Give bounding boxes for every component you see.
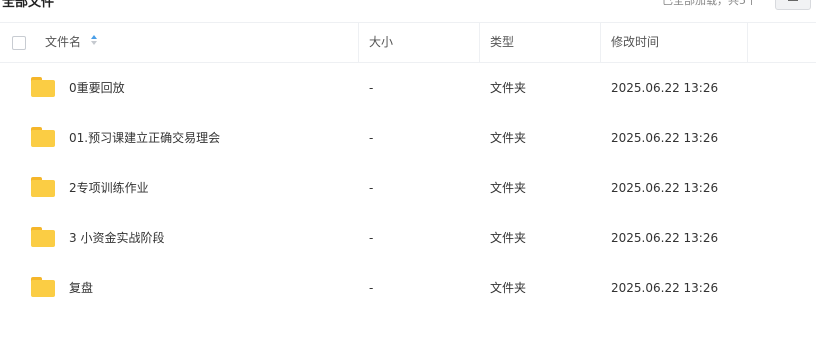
column-header-type[interactable]: 类型 — [490, 23, 514, 62]
menu-icon — [788, 0, 798, 1]
file-size: - — [369, 181, 374, 195]
column-divider[interactable] — [479, 23, 480, 62]
file-type: 文件夹 — [490, 181, 527, 195]
file-type: 文件夹 — [490, 231, 527, 245]
folder-icon — [31, 77, 55, 97]
folder-icon — [31, 127, 55, 147]
column-divider[interactable] — [747, 23, 748, 62]
view-menu-button[interactable] — [775, 0, 811, 10]
file-row[interactable]: 复盘 - 文件夹 2025.06.22 13:26 — [0, 263, 816, 313]
column-header-name[interactable]: 文件名 — [45, 23, 81, 62]
folder-icon — [31, 227, 55, 247]
file-row[interactable]: 3 小资金实战阶段 - 文件夹 2025.06.22 13:26 — [0, 213, 816, 263]
file-modified: 2025.06.22 13:26 — [611, 131, 719, 145]
folder-icon — [31, 177, 55, 197]
file-name[interactable]: 复盘 — [69, 263, 93, 313]
file-name[interactable]: 01.预习课建立正确交易理会 — [69, 113, 220, 163]
file-size: - — [369, 81, 374, 95]
table-header: 文件名 大小 类型 修改时间 — [0, 22, 816, 63]
file-modified: 2025.06.22 13:26 — [611, 281, 719, 295]
column-header-size[interactable]: 大小 — [369, 23, 393, 62]
file-row[interactable]: 01.预习课建立正确交易理会 - 文件夹 2025.06.22 13:26 — [0, 113, 816, 163]
file-row[interactable]: 0重要回放 - 文件夹 2025.06.22 13:26 — [0, 63, 816, 113]
file-type: 文件夹 — [490, 131, 527, 145]
top-bar: 全部文件 已全部加载，共5个 — [0, 0, 816, 22]
column-divider[interactable] — [358, 23, 359, 62]
select-all-checkbox[interactable] — [12, 36, 26, 50]
file-modified: 2025.06.22 13:26 — [611, 181, 719, 195]
file-name[interactable]: 2专项训练作业 — [69, 163, 149, 213]
folder-icon — [31, 277, 55, 297]
file-type: 文件夹 — [490, 281, 527, 295]
file-row[interactable]: 2专项训练作业 - 文件夹 2025.06.22 13:26 — [0, 163, 816, 213]
file-type: 文件夹 — [490, 81, 527, 95]
file-size: - — [369, 131, 374, 145]
column-divider[interactable] — [600, 23, 601, 62]
loaded-status: 已全部加载，共5个 — [662, 0, 757, 7]
page-title: 全部文件 — [2, 0, 55, 10]
file-modified: 2025.06.22 13:26 — [611, 231, 719, 245]
file-size: - — [369, 231, 374, 245]
file-name[interactable]: 3 小资金实战阶段 — [69, 213, 164, 263]
sort-icon[interactable] — [91, 35, 99, 49]
column-header-modified[interactable]: 修改时间 — [611, 23, 659, 62]
file-modified: 2025.06.22 13:26 — [611, 81, 719, 95]
file-size: - — [369, 281, 374, 295]
file-name[interactable]: 0重要回放 — [69, 63, 125, 113]
